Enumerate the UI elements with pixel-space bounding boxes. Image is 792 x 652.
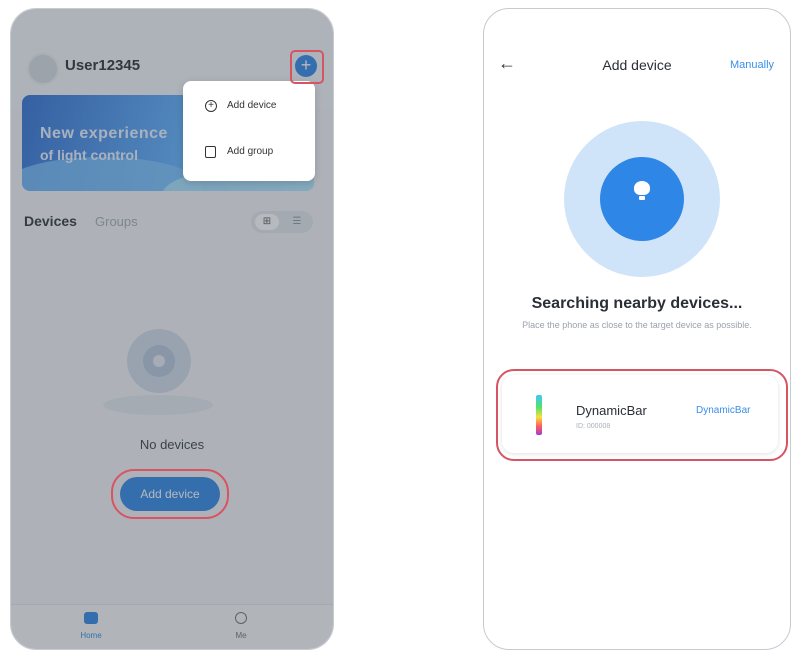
add-popup-menu: + Add device Add group bbox=[183, 81, 315, 181]
menu-item-label: Add device bbox=[227, 100, 277, 111]
device-card-highlight bbox=[496, 369, 788, 461]
add-circle-icon: + bbox=[205, 100, 217, 112]
menu-item-add-device[interactable]: + Add device bbox=[183, 87, 315, 127]
searching-subtitle: Place the phone as close to the target d… bbox=[522, 320, 752, 330]
plus-button-highlight bbox=[290, 50, 324, 84]
manually-link[interactable]: Manually bbox=[730, 59, 774, 71]
menu-item-add-group[interactable]: Add group bbox=[183, 133, 315, 173]
bulb-base bbox=[639, 196, 645, 200]
home-screen-phone: User12345 + New experience of light cont… bbox=[10, 8, 334, 650]
menu-item-label: Add group bbox=[227, 146, 274, 157]
light-bulb-icon bbox=[634, 181, 650, 201]
add-device-phone: ← Add device Manually Searching nearby d… bbox=[483, 8, 791, 650]
group-icon bbox=[205, 146, 216, 158]
bulb-glass bbox=[634, 181, 650, 195]
add-device-highlight bbox=[111, 469, 229, 519]
searching-title: Searching nearby devices... bbox=[531, 295, 743, 312]
